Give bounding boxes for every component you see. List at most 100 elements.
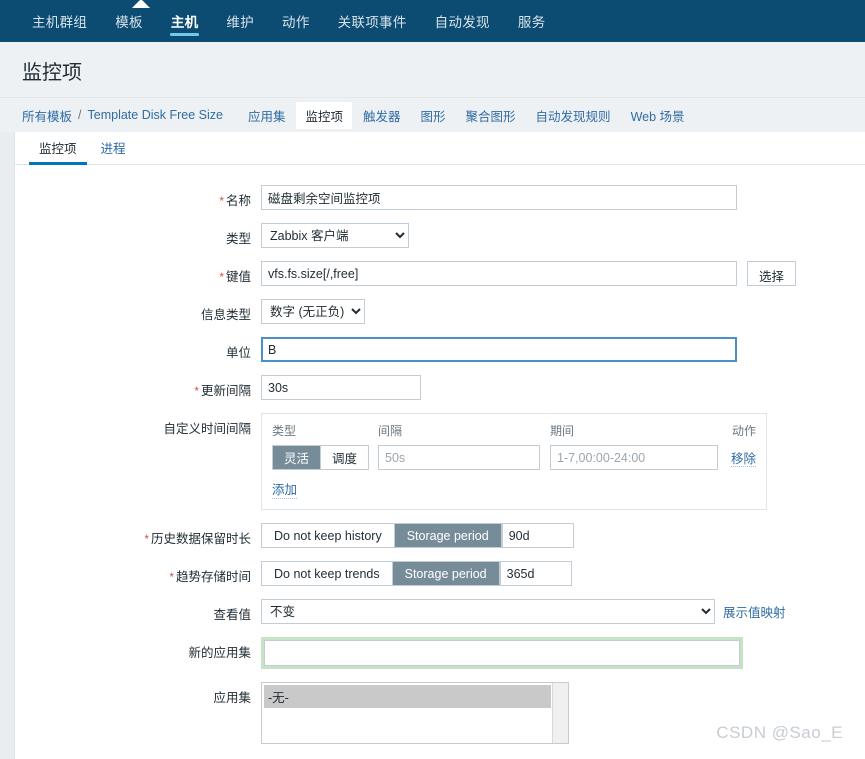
history-period-input[interactable]	[501, 523, 574, 548]
remove-interval-link[interactable]: 移除	[730, 452, 756, 467]
label-history: * 历史数据保留时长	[15, 523, 261, 547]
topnav-item-maintenance[interactable]: 维护	[212, 0, 268, 42]
history-do-not-keep-button[interactable]: Do not keep history	[262, 524, 394, 547]
units-input[interactable]	[261, 337, 737, 362]
applications-option-none[interactable]: -无-	[264, 685, 551, 708]
value-type-select[interactable]: 数字 (无正负)	[261, 299, 365, 324]
crumb-tab-discovery-rules[interactable]: 自动发现规则	[527, 102, 620, 129]
label-text: 新的应用集	[188, 646, 251, 660]
trends-segmented-control: Do not keep trends Storage period	[261, 561, 500, 586]
crumb-tab-triggers[interactable]: 触发器	[354, 102, 410, 129]
mode-flexible-button[interactable]: 灵活	[273, 446, 321, 469]
control-trends: Do not keep trends Storage period	[261, 561, 572, 586]
applications-scrollbar[interactable]	[552, 683, 568, 743]
topnav-item-templates[interactable]: 模板	[101, 0, 157, 42]
page-header: 监控项	[0, 42, 865, 98]
form-row-trends: * 趋势存储时间 Do not keep trends Storage perio…	[15, 561, 865, 586]
history-storage-period-button[interactable]: Storage period	[393, 524, 501, 547]
custom-intervals-table: 类型 间隔 期间 动作 灵活 调度 50s 1-7,00:00-24:00 移除…	[261, 413, 767, 510]
topnav-item-correlation-events[interactable]: 关联项事件	[324, 0, 421, 42]
applications-listbox[interactable]: -无-	[261, 682, 569, 744]
crumb-tab-web-scenarios[interactable]: Web 场景	[622, 102, 694, 129]
breadcrumb-tabs: 应用集 监控项 触发器 图形 聚合图形 自动发现规则 Web 场景	[239, 101, 694, 129]
label-type: 类型	[15, 223, 261, 247]
interval-value-cell	[378, 445, 550, 470]
crumb-tab-items[interactable]: 监控项	[296, 101, 352, 129]
topnav-label: 维护	[226, 15, 255, 30]
topnav-label: 自动发现	[434, 15, 490, 30]
history-segmented-control: Do not keep history Storage period	[261, 523, 502, 548]
trends-do-not-keep-button[interactable]: Do not keep trends	[262, 562, 392, 585]
period-input[interactable]	[550, 445, 718, 470]
key-input[interactable]	[261, 261, 737, 286]
form-tab-label: 监控项	[39, 142, 77, 156]
form-row-new-application: 新的应用集	[15, 637, 865, 669]
form-row-history: * 历史数据保留时长 Do not keep history Storage pe…	[15, 523, 865, 548]
control-key: 选择	[261, 261, 797, 286]
header-interval: 间隔	[378, 424, 403, 438]
content-panel: 监控项 进程 *名称 类型	[15, 132, 865, 759]
label-text: 键值	[225, 270, 251, 284]
form-row-update-interval: * 更新间隔	[15, 375, 865, 400]
add-interval-link[interactable]: 添加	[272, 479, 298, 499]
topnav-label: 关联项事件	[337, 15, 407, 30]
form-tab-item[interactable]: 监控项	[29, 132, 87, 165]
label-text: 类型	[225, 232, 251, 246]
topnav-item-hosts[interactable]: 主机	[157, 0, 213, 42]
trends-storage-period-button[interactable]: Storage period	[391, 562, 499, 585]
label-text: 信息类型	[200, 308, 251, 322]
custom-interval-row: 灵活 调度 移除	[272, 445, 756, 470]
required-asterisk-icon: *	[194, 384, 199, 398]
breadcrumb-all-templates[interactable]: 所有模板	[22, 106, 72, 125]
interval-period-cell	[550, 445, 726, 470]
label-text: 历史数据保留时长	[150, 532, 251, 546]
label-text: 查看值	[213, 608, 251, 622]
topnav-label: 动作	[282, 15, 310, 30]
top-navigation: 主机群组 模板 主机 维护 动作 关联项事件 自动发现 服务	[0, 0, 865, 42]
label-text: 单位	[225, 346, 251, 360]
form-row-units: 单位	[15, 337, 865, 362]
custom-intervals-header: 类型 间隔 期间 动作	[272, 422, 756, 439]
show-value-select[interactable]: 不变	[261, 599, 715, 624]
form-tab-preprocessing[interactable]: 进程	[91, 132, 136, 164]
breadcrumb-template-name[interactable]: Template Disk Free Size	[88, 108, 223, 122]
label-trends: * 趋势存储时间	[15, 561, 261, 585]
watermark: CSDN @Sao_E	[716, 723, 843, 742]
key-select-button[interactable]: 选择	[747, 261, 797, 286]
form-row-name: * 名称	[15, 185, 865, 210]
required-asterisk-icon: *	[219, 194, 224, 208]
interval-input[interactable]	[378, 445, 540, 470]
control-update-interval	[261, 375, 421, 400]
control-custom-intervals: 类型 间隔 期间 动作 灵活 调度 50s 1-7,00:00-24:00 移除…	[261, 413, 767, 510]
label-value-type: 信息类型	[15, 299, 261, 323]
update-interval-input[interactable]	[261, 375, 421, 400]
required-asterisk-icon: *	[169, 570, 174, 584]
new-application-input[interactable]	[264, 640, 740, 666]
topnav-item-discovery[interactable]: 自动发现	[421, 0, 504, 42]
topnav-item-actions[interactable]: 动作	[268, 0, 324, 42]
show-value-mapping-link[interactable]: 展示值映射	[723, 602, 786, 621]
form-row-key: *键值 选择	[15, 261, 865, 286]
crumb-tab-applications[interactable]: 应用集	[239, 102, 295, 129]
topnav-item-services[interactable]: 服务	[504, 0, 560, 42]
label-text: 更新间隔	[200, 384, 251, 398]
crumb-tab-screens[interactable]: 聚合图形	[457, 102, 525, 129]
form-row-value-type: 信息类型 数字 (无正负)	[15, 299, 865, 324]
topnav-label: 主机群组	[32, 15, 88, 30]
left-rail	[0, 132, 15, 759]
label-text: 趋势存储时间	[175, 570, 251, 584]
required-asterisk-icon: *	[219, 270, 224, 284]
topnav-item-hostgroups[interactable]: 主机群组	[18, 0, 101, 42]
control-show-value: 不变 展示值映射	[261, 599, 786, 624]
mode-scheduling-button[interactable]: 调度	[320, 446, 369, 469]
topnav-label: 主机	[170, 15, 199, 30]
type-select[interactable]: Zabbix 客户端	[261, 223, 409, 248]
topnav-label: 服务	[517, 15, 546, 30]
form-row-type: 类型 Zabbix 客户端	[15, 223, 865, 248]
crumb-tab-graphs[interactable]: 图形	[412, 102, 455, 129]
item-form: *名称 类型 Zabbix 客户端 *	[15, 165, 865, 744]
name-input[interactable]	[261, 185, 737, 210]
page-title: 监控项	[22, 62, 82, 84]
breadcrumb-separator: /	[78, 108, 82, 122]
trends-period-input[interactable]	[499, 561, 572, 586]
